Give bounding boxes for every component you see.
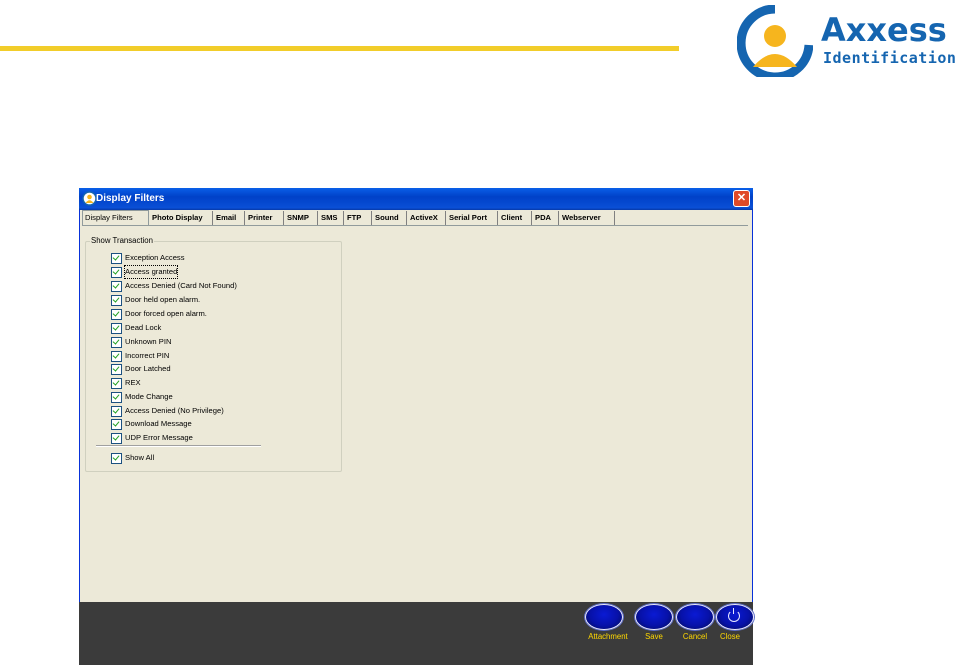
close-label: Close xyxy=(720,632,740,641)
checkbox-checked-icon[interactable] xyxy=(111,453,122,464)
tab-sound[interactable]: Sound xyxy=(373,211,407,225)
tab-client[interactable]: Client xyxy=(499,211,532,225)
checkbox-checked-icon[interactable] xyxy=(111,309,122,320)
checkbox-checked-icon[interactable] xyxy=(111,378,122,389)
window-title: Display Filters xyxy=(96,193,165,204)
logo-tagline: Identification xyxy=(823,49,957,67)
save-label: Save xyxy=(645,632,663,641)
cancel-label: Cancel xyxy=(682,632,708,641)
checkbox-checked-icon[interactable] xyxy=(111,406,122,417)
attachment-label: Attachment xyxy=(588,632,628,641)
window-close-button[interactable]: ✕ xyxy=(733,190,750,207)
tab-printer[interactable]: Printer xyxy=(246,211,284,225)
tab-photo-display[interactable]: Photo Display xyxy=(150,211,213,225)
oval-button-icon xyxy=(635,604,673,630)
checkbox-checked-icon[interactable] xyxy=(111,433,122,444)
logo-wordmark: Axxess xyxy=(821,11,947,49)
tab-pda[interactable]: PDA xyxy=(533,211,559,225)
footer-toolbar: Attachment Save Cancel Close xyxy=(79,602,754,665)
oval-button-icon xyxy=(585,604,623,630)
checkbox-checked-icon[interactable] xyxy=(111,351,122,362)
tab-sms[interactable]: SMS xyxy=(319,211,344,225)
checkbox-checked-icon[interactable] xyxy=(111,337,122,348)
tab-ftp[interactable]: FTP xyxy=(345,211,372,225)
tab-webserver[interactable]: Webserver xyxy=(560,211,615,225)
checkbox-checked-icon[interactable] xyxy=(111,295,122,306)
close-icon: ✕ xyxy=(736,192,747,204)
tab-activex[interactable]: ActiveX xyxy=(408,211,446,225)
axxess-logo: Axxess Identification xyxy=(737,5,959,77)
group-legend: Show Transaction xyxy=(90,236,154,245)
checkbox-checked-icon[interactable] xyxy=(111,267,122,278)
oval-button-icon xyxy=(676,604,714,630)
header-rule xyxy=(0,46,679,51)
display-filters-window: Display Filters ✕ Display Filters Photo … xyxy=(79,188,754,665)
checkbox-checked-icon[interactable] xyxy=(111,392,122,403)
checkbox-checked-icon[interactable] xyxy=(111,323,122,334)
checkbox-checked-icon[interactable] xyxy=(111,281,122,292)
app-icon xyxy=(82,191,97,206)
tab-serial-port[interactable]: Serial Port xyxy=(447,211,498,225)
save-button[interactable] xyxy=(635,604,673,630)
checkbox-checked-icon[interactable] xyxy=(111,364,122,375)
power-icon xyxy=(728,608,740,622)
tab-strip: Display Filters Photo Display Email Prin… xyxy=(82,210,750,226)
close-button[interactable] xyxy=(716,604,754,630)
divider xyxy=(96,445,261,447)
attachment-button[interactable] xyxy=(585,604,623,630)
checkbox-checked-icon[interactable] xyxy=(111,419,122,430)
tab-display-filters[interactable]: Display Filters xyxy=(82,210,149,226)
tab-email[interactable]: Email xyxy=(214,211,245,225)
tab-snmp[interactable]: SNMP xyxy=(285,211,318,225)
cancel-button[interactable] xyxy=(676,604,714,630)
show-transaction-group: Show Transaction Exception Access Access… xyxy=(85,236,342,472)
checkbox-checked-icon[interactable] xyxy=(111,253,122,264)
logo-mark-icon xyxy=(737,5,813,77)
title-bar[interactable]: Display Filters ✕ xyxy=(79,188,753,210)
